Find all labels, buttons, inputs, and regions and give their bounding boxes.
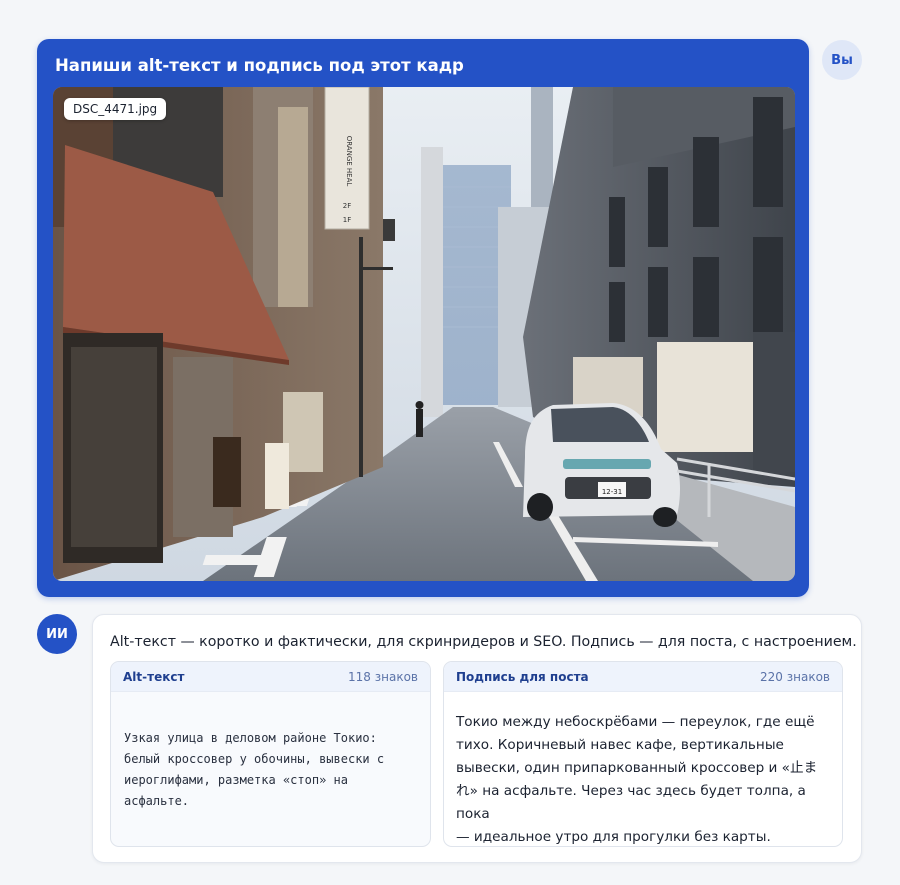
attached-photo[interactable]: ORANGE HEAL 2F 1F 12-31 DSC_4471.jpg bbox=[53, 87, 795, 581]
caption-card-title: Подпись для поста bbox=[456, 669, 589, 684]
alt-text-body[interactable]: Узкая улица в деловом районе Токио: белы… bbox=[111, 692, 430, 812]
caption-line: — идеальное утро для прогулки без карты. bbox=[456, 829, 771, 845]
caption-card: Подпись для поста 220 знаков Токио между… bbox=[443, 661, 843, 847]
alt-text-card: Alt-текст 118 знаков Узкая улица в делов… bbox=[110, 661, 431, 847]
alt-text-line: белый кроссовер у обочины, вывески с bbox=[124, 752, 385, 766]
street-photo-illustration: ORANGE HEAL 2F 1F 12-31 bbox=[53, 87, 795, 581]
alt-text-line: иероглифами, разметка «стоп» на bbox=[124, 773, 348, 787]
caption-line: Токио между небоскрёбами — переулок, где… bbox=[456, 714, 815, 730]
assistant-avatar: ИИ bbox=[37, 614, 77, 654]
alt-text-card-title: Alt-текст bbox=[123, 669, 185, 684]
sign-floor-1: 1F bbox=[343, 216, 351, 224]
caption-line: тихо. Коричневый навес кафе, вертикальны… bbox=[456, 737, 784, 753]
user-message-bubble: Напиши alt-текст и подпись под этот кадр bbox=[37, 39, 809, 597]
caption-card-header: Подпись для поста 220 знаков bbox=[444, 662, 842, 692]
alt-text-card-header: Alt-текст 118 знаков bbox=[111, 662, 430, 692]
car-plate: 12-31 bbox=[602, 488, 622, 496]
caption-char-count: 220 знаков bbox=[760, 669, 830, 684]
assistant-message-bubble: Alt-текст — коротко и фактически, для ск… bbox=[92, 614, 862, 863]
alt-text-line: Узкая улица в деловом районе Токио: bbox=[124, 731, 377, 745]
file-name-chip: DSC_4471.jpg bbox=[64, 98, 167, 120]
user-message-text: Напиши alt-текст и подпись под этот кадр bbox=[55, 56, 464, 75]
vertical-sign-text: ORANGE HEAL bbox=[345, 136, 353, 187]
sign-floor-2: 2F bbox=[343, 202, 351, 210]
assistant-intro-text: Alt-текст — коротко и фактически, для ск… bbox=[110, 634, 857, 650]
alt-text-char-count: 118 знаков bbox=[348, 669, 418, 684]
alt-text-line: асфальте. bbox=[124, 794, 190, 808]
caption-body[interactable]: Токио между небоскрёбами — переулок, где… bbox=[444, 692, 842, 846]
caption-line: れ» на асфальте. Через час здесь будет то… bbox=[456, 783, 806, 822]
caption-line: вывески, один припаркованный кроссовер и… bbox=[456, 760, 818, 776]
user-avatar: Вы bbox=[822, 40, 862, 80]
